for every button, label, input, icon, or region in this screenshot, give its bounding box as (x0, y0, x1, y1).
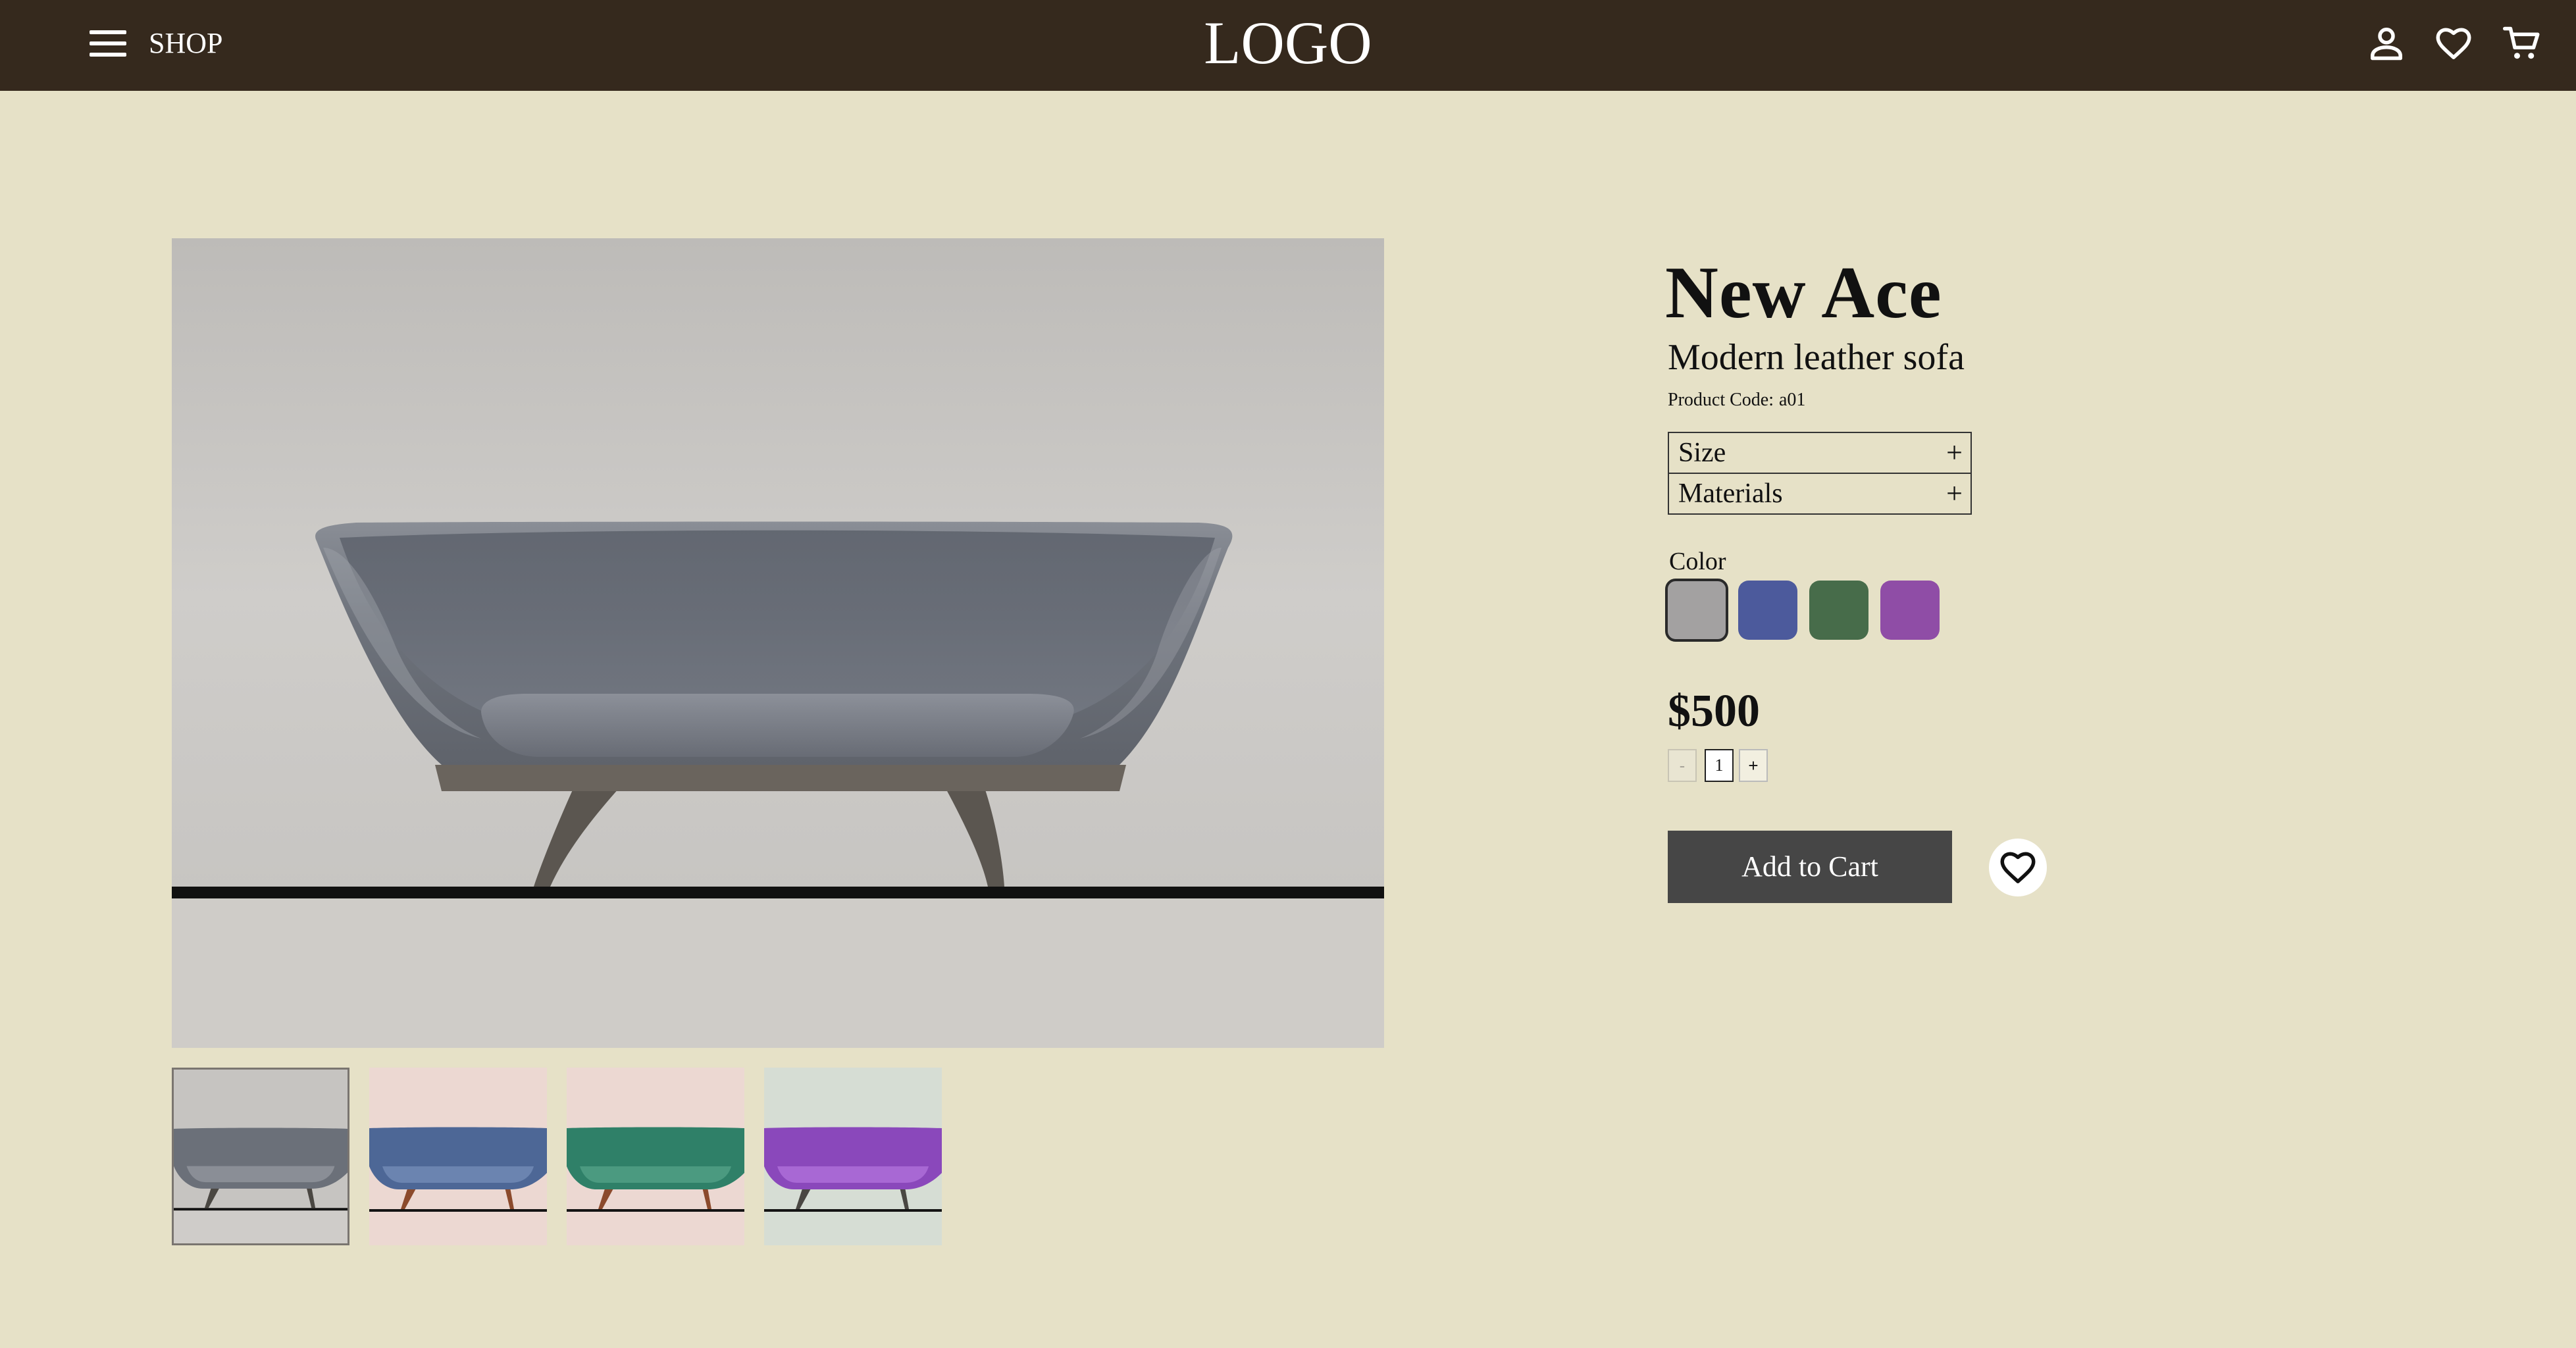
thumbnail-green[interactable] (567, 1068, 744, 1245)
quantity-input[interactable]: 1 (1705, 749, 1734, 782)
cart-icon[interactable] (2502, 24, 2542, 63)
thumbnail-purple[interactable] (764, 1068, 942, 1245)
plus-icon[interactable]: + (1946, 433, 1963, 473)
color-swatch-blue[interactable] (1738, 581, 1797, 640)
product-code-value: a01 (1779, 390, 1806, 410)
menu-icon[interactable] (90, 29, 126, 58)
shop-menu-link[interactable]: SHOP (149, 25, 223, 62)
color-swatch-green[interactable] (1809, 581, 1868, 640)
color-swatch-grey[interactable] (1665, 579, 1728, 642)
product-accordion: Size + Materials + (1668, 432, 1972, 515)
logo: LOGO (0, 7, 2576, 79)
top-navigation-bar: SHOP LOGO (0, 0, 2576, 91)
thumbnail-grey[interactable] (172, 1068, 349, 1245)
user-icon[interactable] (2367, 24, 2406, 63)
product-main-image[interactable] (172, 238, 1384, 1048)
accordion-materials[interactable]: Materials + (1668, 473, 1972, 515)
thumbnail-blue[interactable] (369, 1068, 547, 1245)
logo-text[interactable]: LOGO (1204, 9, 1372, 76)
sofa-image (172, 238, 1384, 1048)
product-price: $500 (1668, 686, 1760, 737)
accordion-size-label: Size (1678, 438, 1726, 468)
accordion-materials-label: Materials (1678, 479, 1783, 509)
product-code-label: Product Code: (1668, 390, 1774, 410)
product-name: New Ace (1665, 252, 1942, 334)
add-to-cart-button[interactable]: Add to Cart (1668, 831, 1952, 903)
color-swatch-purple[interactable] (1880, 581, 1940, 640)
color-label: Color (1669, 548, 1726, 575)
quantity-increment-button[interactable]: + (1739, 749, 1768, 782)
heart-icon (2000, 852, 2036, 883)
product-code: Product Code: a01 (1668, 388, 1805, 412)
wishlist-button[interactable] (1989, 839, 2047, 896)
accordion-size[interactable]: Size + (1668, 432, 1972, 474)
quantity-decrement-button[interactable]: - (1668, 749, 1697, 782)
product-subtitle: Modern leather sofa (1668, 337, 1965, 378)
heart-icon[interactable] (2434, 24, 2473, 63)
plus-icon[interactable]: + (1946, 474, 1963, 513)
